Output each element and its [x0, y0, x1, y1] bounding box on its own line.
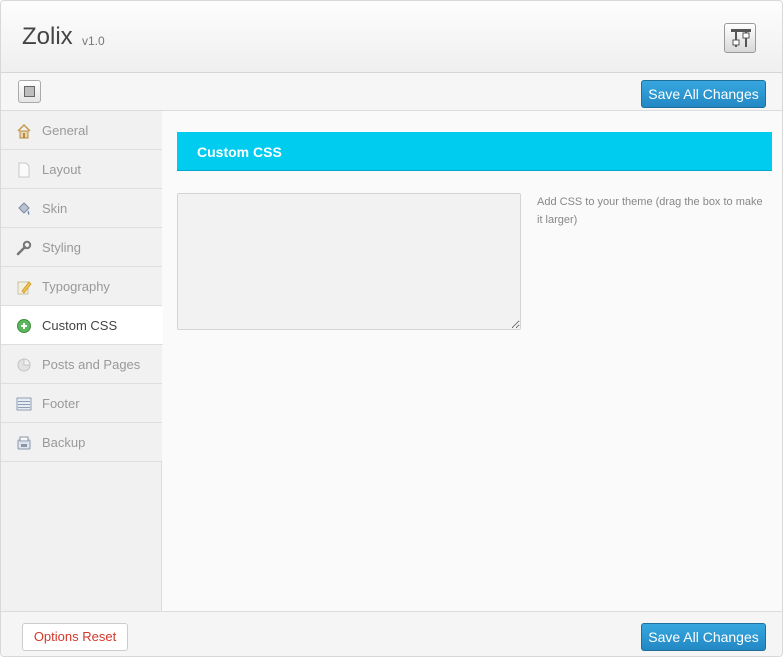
paint-bucket-icon [18, 202, 30, 215]
sidebar-item-layout[interactable]: Layout [1, 150, 162, 189]
sidebar-item-label: Skin [42, 201, 68, 216]
plus-circle-icon [17, 319, 31, 333]
sidebar-item-custom-css[interactable]: Custom CSS [1, 306, 163, 345]
backup-icon [17, 436, 31, 450]
app-title: Zolix [22, 23, 73, 50]
pie-chart-icon [17, 358, 31, 372]
sidebar: General Layout Skin Styling Typography C… [1, 111, 163, 611]
sidebar-item-label: Footer [42, 396, 80, 411]
sidebar-item-general[interactable]: General [1, 111, 162, 150]
sidebar-item-label: Layout [42, 162, 82, 177]
sidebar-item-label: Backup [42, 435, 86, 450]
sidebar-item-footer[interactable]: Footer [1, 384, 162, 423]
section-title: Custom CSS [197, 144, 282, 160]
sidebar-item-label: Styling [42, 240, 82, 255]
pencil-icon [17, 281, 32, 295]
page-icon [18, 162, 30, 178]
section-header: Custom CSS [177, 132, 772, 171]
wrench-icon [16, 240, 32, 256]
sidebar-item-label: Typography [42, 279, 110, 294]
app-version: v1.0 [82, 34, 105, 48]
sidebar-item-backup[interactable]: Backup [1, 423, 162, 462]
home-icon [17, 123, 31, 139]
footer-bar: Options Reset Save All Changes [1, 611, 782, 656]
toolbar: Save All Changes [1, 73, 782, 111]
sidebar-item-skin[interactable]: Skin [1, 189, 162, 228]
footer-icon [16, 397, 32, 411]
sidebar-item-posts-and-pages[interactable]: Posts and Pages [1, 345, 162, 384]
help-text: Add CSS to your theme (drag the box to m… [537, 196, 763, 226]
save-all-changes-button-bottom[interactable]: Save All Changes [641, 623, 766, 651]
header: Zolix v1.0 [1, 1, 782, 73]
options-panel: Zolix v1.0 Save All Changes General Layo… [0, 0, 783, 657]
sidebar-item-typography[interactable]: Typography [1, 267, 162, 306]
sliders-icon [731, 29, 751, 47]
sidebar-item-label: Posts and Pages [42, 357, 141, 372]
custom-css-textarea[interactable] [177, 193, 521, 330]
sidebar-item-label: Custom CSS [42, 318, 118, 333]
main-content: Custom CSS Add CSS to your theme (drag t… [163, 111, 782, 611]
save-all-changes-button-top[interactable]: Save All Changes [641, 80, 766, 108]
settings-button[interactable] [724, 23, 756, 53]
collapse-button[interactable] [18, 80, 41, 103]
sidebar-item-styling[interactable]: Styling [1, 228, 162, 267]
sidebar-item-label: General [42, 123, 89, 138]
panel-icon [24, 86, 35, 97]
options-reset-button[interactable]: Options Reset [22, 623, 128, 651]
